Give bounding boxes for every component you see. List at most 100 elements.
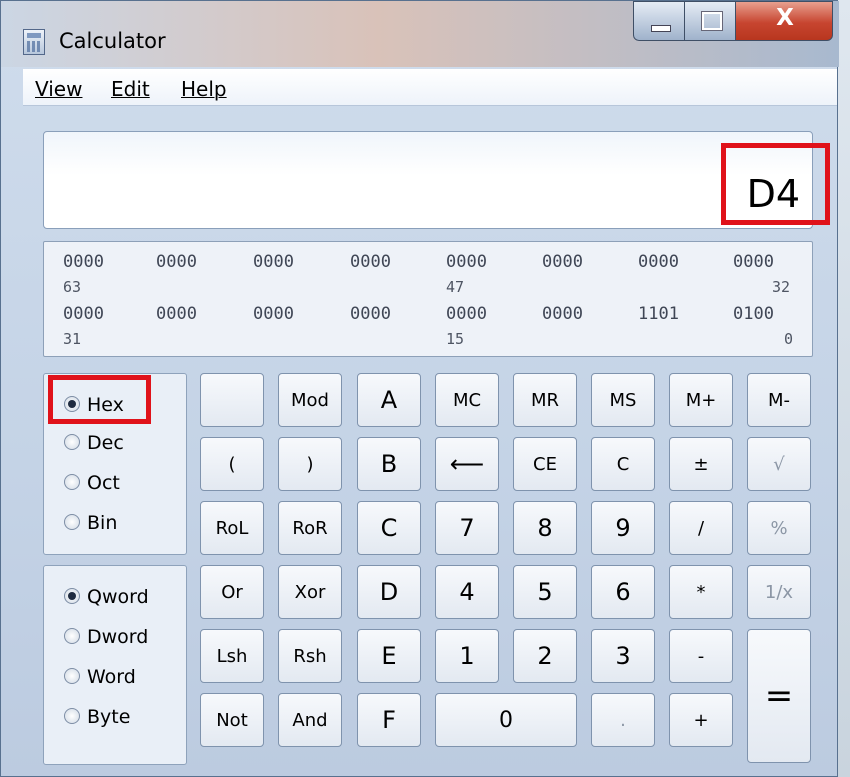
radio-qword[interactable]: Qword [64, 586, 149, 608]
bit-row-high: 0000 0000 0000 0000 0000 0000 0000 0000 [44, 252, 814, 272]
radio-selected-icon [64, 588, 80, 604]
radio-icon [64, 474, 80, 490]
hex-a-key[interactable]: A [357, 373, 421, 427]
percent-key[interactable]: % [747, 501, 811, 555]
hex-highlight-box [48, 375, 151, 424]
close-button[interactable]: X [735, 1, 833, 41]
radio-bin[interactable]: Bin [64, 512, 117, 534]
hex-e-key[interactable]: E [357, 629, 421, 683]
plus-minus-key[interactable]: ± [669, 437, 733, 491]
equals-key[interactable]: = [747, 629, 811, 763]
title-bar[interactable]: Calculator X [1, 1, 839, 67]
m-plus-key[interactable]: M+ [669, 373, 733, 427]
clear-key[interactable]: C [591, 437, 655, 491]
divide-key[interactable]: / [669, 501, 733, 555]
bit-group[interactable]: 1101 [638, 304, 679, 324]
minimize-button[interactable] [633, 1, 685, 41]
digit-4-key[interactable]: 4 [435, 565, 499, 619]
radio-dword[interactable]: Dword [64, 626, 148, 648]
bit-group[interactable]: 0000 [253, 304, 294, 324]
radio-icon [64, 628, 80, 644]
bit-row-low: 0000 0000 0000 0000 0000 0000 1101 0100 [44, 304, 814, 324]
minimize-icon [651, 25, 671, 32]
bit-group[interactable]: 0000 [350, 252, 391, 272]
bit-group[interactable]: 0000 [63, 252, 104, 272]
bit-position-label: 31 [63, 330, 82, 348]
menu-view[interactable]: View [35, 77, 82, 101]
radio-icon [64, 434, 80, 450]
radio-byte[interactable]: Byte [64, 706, 130, 728]
display-highlight-box [721, 143, 830, 225]
backspace-key[interactable]: ⟵ [435, 437, 499, 491]
radio-oct[interactable]: Oct [64, 472, 120, 494]
bit-group[interactable]: 0000 [542, 252, 583, 272]
digit-2-key[interactable]: 2 [513, 629, 577, 683]
menu-bar: View Edit Help [23, 69, 837, 106]
decimal-key[interactable]: . [591, 693, 655, 747]
ms-key[interactable]: MS [591, 373, 655, 427]
digit-5-key[interactable]: 5 [513, 565, 577, 619]
bit-position-label: 47 [446, 278, 465, 296]
word-size-group: Qword Dword Word Byte [43, 565, 187, 765]
radio-icon [64, 708, 80, 724]
bit-display-panel: 0000 0000 0000 0000 0000 0000 0000 0000 … [43, 241, 813, 357]
bit-group[interactable]: 0000 [638, 252, 679, 272]
result-display: D4 [43, 131, 813, 229]
bit-group[interactable]: 0000 [253, 252, 294, 272]
bit-group[interactable]: 0000 [446, 304, 487, 324]
hex-c-key[interactable]: C [357, 501, 421, 555]
bit-group[interactable]: 0000 [63, 304, 104, 324]
bit-position-label: 15 [446, 330, 465, 348]
digit-1-key[interactable]: 1 [435, 629, 499, 683]
radio-dec[interactable]: Dec [64, 432, 124, 454]
bit-group[interactable]: 0000 [733, 252, 774, 272]
radio-word[interactable]: Word [64, 666, 136, 688]
digit-0-key[interactable]: 0 [435, 693, 577, 747]
radio-icon [64, 668, 80, 684]
or-key[interactable]: Or [200, 565, 264, 619]
blank-key [200, 373, 264, 427]
hex-b-key[interactable]: B [357, 437, 421, 491]
close-icon: X [776, 5, 794, 31]
mc-key[interactable]: MC [435, 373, 499, 427]
bit-position-label: 0 [784, 330, 794, 348]
rsh-key[interactable]: Rsh [278, 629, 342, 683]
not-key[interactable]: Not [200, 693, 264, 747]
hex-d-key[interactable]: D [357, 565, 421, 619]
bit-group[interactable]: 0000 [542, 304, 583, 324]
lsh-key[interactable]: Lsh [200, 629, 264, 683]
bit-group[interactable]: 0000 [156, 252, 197, 272]
ror-key[interactable]: RoR [278, 501, 342, 555]
mr-key[interactable]: MR [513, 373, 577, 427]
minus-key[interactable]: - [669, 629, 733, 683]
m-minus-key[interactable]: M- [747, 373, 811, 427]
bit-group[interactable]: 0000 [156, 304, 197, 324]
bit-group[interactable]: 0100 [733, 304, 774, 324]
plus-key[interactable]: + [669, 693, 733, 747]
maximize-icon [701, 11, 723, 31]
bit-position-row: 63 47 32 [44, 278, 814, 298]
mod-key[interactable]: Mod [278, 373, 342, 427]
menu-edit[interactable]: Edit [111, 77, 150, 101]
multiply-key[interactable]: * [669, 565, 733, 619]
maximize-button[interactable] [684, 1, 736, 41]
sqrt-key[interactable]: √ [747, 437, 811, 491]
bit-group[interactable]: 0000 [350, 304, 391, 324]
and-key[interactable]: And [278, 693, 342, 747]
ce-key[interactable]: CE [513, 437, 577, 491]
digit-9-key[interactable]: 9 [591, 501, 655, 555]
right-paren-key[interactable]: ) [278, 437, 342, 491]
bit-group[interactable]: 0000 [446, 252, 487, 272]
menu-help[interactable]: Help [181, 77, 227, 101]
digit-3-key[interactable]: 3 [591, 629, 655, 683]
xor-key[interactable]: Xor [278, 565, 342, 619]
bit-position-label: 32 [772, 278, 791, 296]
bit-position-label: 63 [63, 278, 82, 296]
reciprocal-key[interactable]: 1/x [747, 565, 811, 619]
rol-key[interactable]: RoL [200, 501, 264, 555]
digit-6-key[interactable]: 6 [591, 565, 655, 619]
hex-f-key[interactable]: F [357, 693, 421, 747]
left-paren-key[interactable]: ( [200, 437, 264, 491]
digit-8-key[interactable]: 8 [513, 501, 577, 555]
digit-7-key[interactable]: 7 [435, 501, 499, 555]
